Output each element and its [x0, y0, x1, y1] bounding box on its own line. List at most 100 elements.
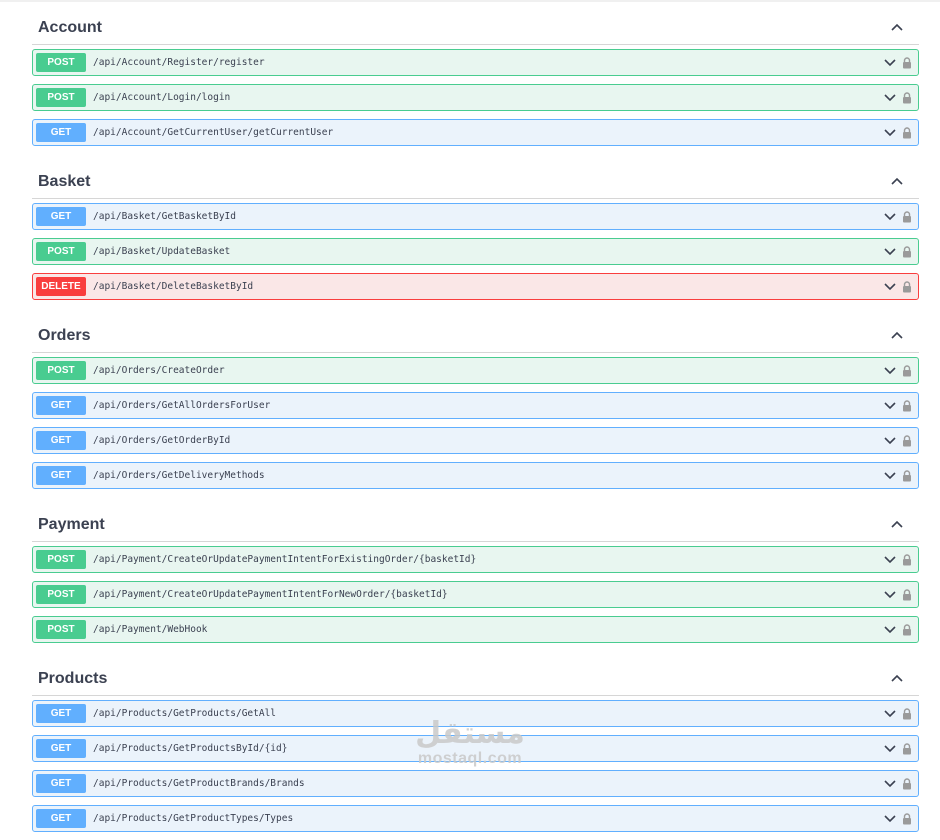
method-badge: GET: [36, 207, 86, 226]
operation-row[interactable]: GET /api/Products/GetProductBrands/Brand…: [32, 770, 919, 797]
chevron-down-icon[interactable]: [884, 590, 896, 599]
chevron-up-icon[interactable]: [887, 17, 907, 37]
chevron-down-icon[interactable]: [884, 471, 896, 480]
lock-icon[interactable]: [902, 56, 912, 69]
chevron-down-icon[interactable]: [884, 555, 896, 564]
lock-icon[interactable]: [902, 777, 912, 790]
operation-row[interactable]: POST /api/Payment/CreateOrUpdatePaymentI…: [32, 546, 919, 573]
section-header-account[interactable]: Account: [32, 0, 919, 45]
chevron-down-icon[interactable]: [884, 58, 896, 67]
operation-path: /api/Orders/CreateOrder: [93, 365, 225, 376]
chevron-down-icon[interactable]: [884, 709, 896, 718]
section-header-products[interactable]: Products: [32, 651, 919, 696]
section-header-payment[interactable]: Payment: [32, 497, 919, 542]
operation-row[interactable]: GET /api/Orders/GetOrderById: [32, 427, 919, 454]
chevron-down-icon[interactable]: [884, 212, 896, 221]
chevron-down-icon[interactable]: [884, 814, 896, 823]
operation-row[interactable]: POST /api/Payment/CreateOrUpdatePaymentI…: [32, 581, 919, 608]
lock-icon[interactable]: [902, 623, 912, 636]
lock-icon[interactable]: [902, 364, 912, 377]
chevron-down-icon[interactable]: [884, 401, 896, 410]
section-header-basket[interactable]: Basket: [32, 154, 919, 199]
chevron-up-icon[interactable]: [887, 325, 907, 345]
section-header-orders[interactable]: Orders: [32, 308, 919, 353]
lock-icon[interactable]: [902, 399, 912, 412]
lock-icon[interactable]: [902, 126, 912, 139]
operation-row[interactable]: POST /api/Account/Login/login: [32, 84, 919, 111]
operation-path: /api/Products/GetProductTypes/Types: [93, 813, 294, 824]
operation-controls: [884, 547, 912, 572]
chevron-down-icon[interactable]: [884, 93, 896, 102]
lock-icon[interactable]: [902, 210, 912, 223]
section-title: Account: [38, 19, 102, 36]
chevron-up-icon[interactable]: [887, 668, 907, 688]
chevron-down-icon[interactable]: [884, 128, 896, 137]
operation-row[interactable]: GET /api/Products/GetProductTypes/Types: [32, 805, 919, 832]
operation-row[interactable]: DELETE /api/Basket/DeleteBasketById: [32, 273, 919, 300]
operation-controls: [884, 736, 912, 761]
operation-controls: [884, 204, 912, 229]
method-badge: GET: [36, 396, 86, 415]
lock-icon[interactable]: [902, 434, 912, 447]
operation-row[interactable]: GET /api/Orders/GetDeliveryMethods: [32, 462, 919, 489]
operation-controls: [884, 582, 912, 607]
chevron-down-icon[interactable]: [884, 744, 896, 753]
operation-controls: [884, 701, 912, 726]
chevron-up-icon[interactable]: [887, 514, 907, 534]
operation-row[interactable]: GET /api/Orders/GetAllOrdersForUser: [32, 392, 919, 419]
chevron-down-icon[interactable]: [884, 282, 896, 291]
method-badge: POST: [36, 242, 86, 261]
operation-path: /api/Products/GetProductBrands/Brands: [93, 778, 305, 789]
method-badge: POST: [36, 88, 86, 107]
operation-path: /api/Basket/DeleteBasketById: [93, 281, 254, 292]
section-basket: Basket GET /api/Basket/GetBasketById POS…: [32, 154, 919, 300]
chevron-down-icon[interactable]: [884, 625, 896, 634]
lock-icon[interactable]: [902, 742, 912, 755]
section-account: Account POST /api/Account/Register/regis…: [32, 0, 919, 146]
chevron-down-icon[interactable]: [884, 436, 896, 445]
operation-path: /api/Products/GetProductsById/{id}: [93, 743, 288, 754]
operation-path: /api/Orders/GetDeliveryMethods: [93, 470, 265, 481]
lock-icon[interactable]: [902, 553, 912, 566]
chevron-down-icon[interactable]: [884, 779, 896, 788]
operation-row[interactable]: POST /api/Payment/WebHook: [32, 616, 919, 643]
lock-icon[interactable]: [902, 707, 912, 720]
operation-path: /api/Payment/CreateOrUpdatePaymentIntent…: [93, 589, 448, 600]
operation-path: /api/Basket/GetBasketById: [93, 211, 236, 222]
section-title: Payment: [38, 516, 105, 533]
operation-path: /api/Orders/GetAllOrdersForUser: [93, 400, 271, 411]
method-badge: POST: [36, 620, 86, 639]
method-badge: POST: [36, 361, 86, 380]
operation-row[interactable]: GET /api/Account/GetCurrentUser/getCurre…: [32, 119, 919, 146]
method-badge: GET: [36, 809, 86, 828]
section-orders: Orders POST /api/Orders/CreateOrder GET …: [32, 308, 919, 489]
method-badge: GET: [36, 739, 86, 758]
chevron-down-icon[interactable]: [884, 247, 896, 256]
operation-path: /api/Account/Register/register: [93, 57, 265, 68]
operation-row[interactable]: POST /api/Orders/CreateOrder: [32, 357, 919, 384]
operation-controls: [884, 358, 912, 383]
method-badge: GET: [36, 466, 86, 485]
lock-icon[interactable]: [902, 245, 912, 258]
operation-row[interactable]: POST /api/Basket/UpdateBasket: [32, 238, 919, 265]
operation-path: /api/Orders/GetOrderById: [93, 435, 231, 446]
lock-icon[interactable]: [902, 280, 912, 293]
method-badge: GET: [36, 431, 86, 450]
chevron-down-icon[interactable]: [884, 366, 896, 375]
lock-icon[interactable]: [902, 469, 912, 482]
method-badge: POST: [36, 53, 86, 72]
lock-icon[interactable]: [902, 812, 912, 825]
operation-path: /api/Basket/UpdateBasket: [93, 246, 231, 257]
chevron-up-icon[interactable]: [887, 171, 907, 191]
section-title: Basket: [38, 173, 91, 190]
method-badge: GET: [36, 774, 86, 793]
operation-controls: [884, 463, 912, 488]
operation-path: /api/Products/GetProducts/GetAll: [93, 708, 277, 719]
lock-icon[interactable]: [902, 91, 912, 104]
operation-row[interactable]: POST /api/Account/Register/register: [32, 49, 919, 76]
operation-path: /api/Account/GetCurrentUser/getCurrentUs…: [93, 127, 334, 138]
operation-row[interactable]: GET /api/Basket/GetBasketById: [32, 203, 919, 230]
method-badge: POST: [36, 585, 86, 604]
lock-icon[interactable]: [902, 588, 912, 601]
operation-controls: [884, 120, 912, 145]
